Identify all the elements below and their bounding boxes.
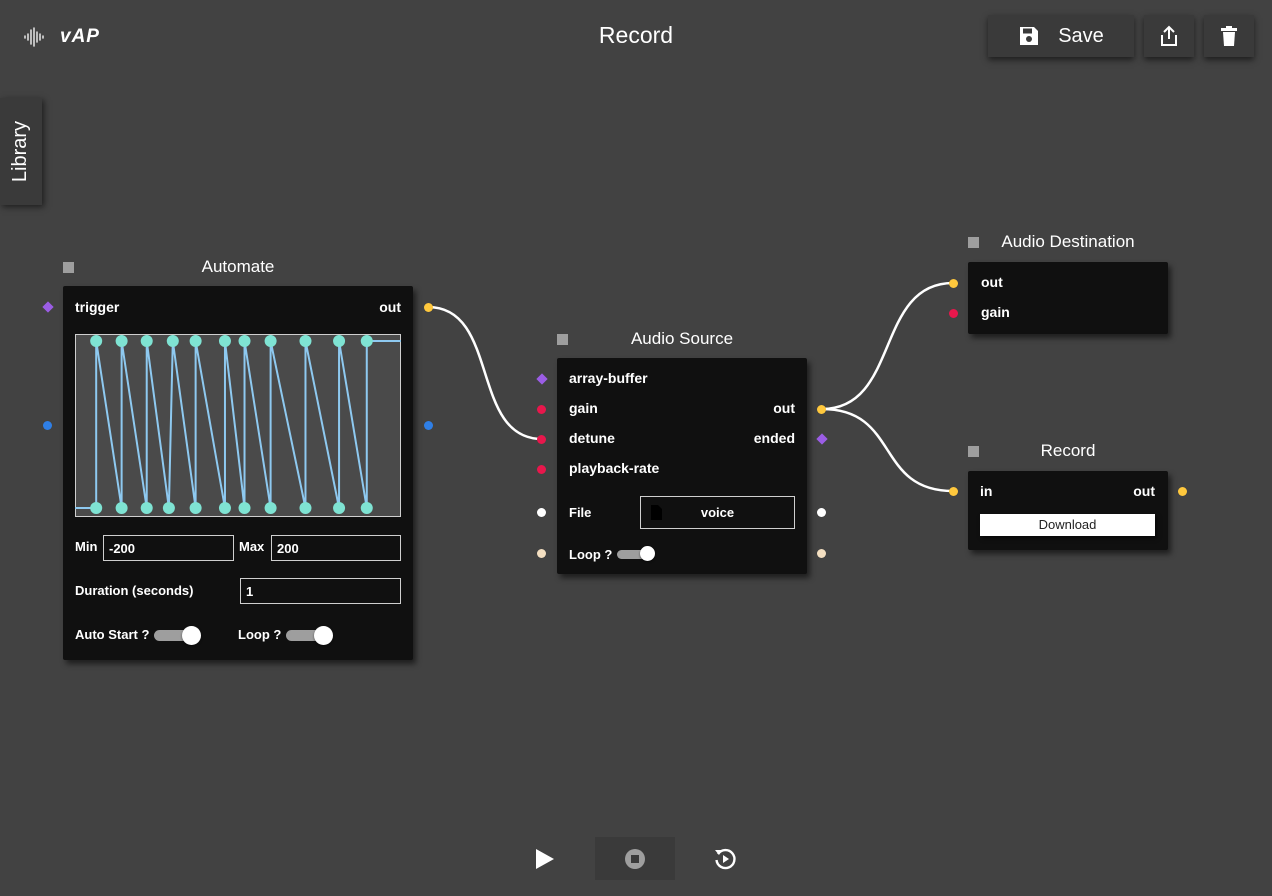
automate-out-port[interactable] — [424, 303, 433, 312]
record-select-checkbox[interactable] — [968, 446, 979, 457]
curve-point[interactable] — [360, 502, 373, 514]
curve-point[interactable] — [333, 502, 346, 514]
curve-point[interactable] — [218, 502, 231, 514]
file-label: File — [569, 505, 592, 520]
source-out-port[interactable] — [817, 405, 826, 414]
curve-point[interactable] — [166, 335, 179, 347]
max-input[interactable] — [271, 535, 401, 561]
automate-right-port[interactable] — [424, 421, 433, 430]
file-out-port[interactable] — [817, 508, 826, 517]
automate-loop-label: Loop ? — [238, 627, 282, 642]
automate-out-label: out — [379, 299, 401, 315]
duration-input[interactable] — [240, 578, 401, 604]
destination-gain-label: gain — [981, 304, 1010, 320]
stop-icon — [625, 848, 645, 869]
delete-button[interactable] — [1204, 15, 1254, 57]
file-picker[interactable]: voice — [640, 496, 795, 529]
automate-left-port[interactable] — [43, 421, 52, 430]
loop-out-port[interactable] — [817, 549, 826, 558]
replay-button[interactable] — [713, 847, 737, 871]
max-label: Max — [239, 539, 265, 554]
curve-point[interactable] — [189, 335, 202, 347]
duration-label: Duration (seconds) — [75, 583, 194, 598]
wire-automate-out-to-source-detune[interactable] — [427, 305, 543, 441]
save-button[interactable]: Save — [988, 15, 1134, 57]
save-icon — [1020, 27, 1039, 45]
audio-source-title: Audio Source — [630, 329, 734, 348]
file-icon — [651, 505, 662, 520]
automate-title: Automate — [201, 257, 275, 276]
wire-source-out-to-record-in[interactable] — [821, 407, 954, 493]
curve-point[interactable] — [189, 502, 202, 514]
source-loop-toggle[interactable] — [617, 546, 663, 566]
curve-point[interactable] — [162, 502, 175, 514]
curve-point[interactable] — [115, 335, 128, 347]
curve-point[interactable] — [264, 335, 277, 347]
save-label: Save — [1058, 24, 1104, 47]
destination-select-checkbox[interactable] — [968, 237, 979, 248]
wire-source-out-to-destination-out[interactable] — [821, 281, 954, 411]
library-tab[interactable]: Library — [0, 98, 42, 205]
destination-out-label: out — [981, 274, 1003, 290]
loop-in-port[interactable] — [537, 549, 546, 558]
playback-rate-label: playback-rate — [569, 460, 660, 476]
stop-button[interactable] — [595, 837, 675, 880]
detune-port[interactable] — [537, 435, 546, 444]
audio-source-select-checkbox[interactable] — [557, 334, 568, 345]
automation-curve-editor[interactable] — [75, 334, 401, 517]
library-label: Library — [9, 120, 32, 183]
source-out-label: out — [773, 400, 795, 416]
automate-loop-toggle[interactable] — [286, 625, 333, 645]
source-gain-label: gain — [569, 400, 598, 416]
automate-select-checkbox[interactable] — [63, 262, 74, 273]
curve-point[interactable] — [140, 335, 153, 347]
download-button[interactable]: Download — [980, 514, 1155, 536]
play-button[interactable] — [533, 846, 557, 872]
record-out-port[interactable] — [1178, 487, 1187, 496]
share-icon — [1161, 25, 1177, 46]
curve-point[interactable] — [238, 335, 251, 347]
curve-point[interactable] — [360, 335, 373, 347]
play-icon — [536, 849, 554, 869]
curve-point[interactable] — [299, 335, 312, 347]
record-out-label: out — [1133, 483, 1155, 499]
array-buffer-label: array-buffer — [569, 370, 648, 386]
curve-point[interactable] — [299, 502, 312, 514]
destination-out-port[interactable] — [949, 279, 958, 288]
trash-icon — [1221, 26, 1237, 46]
curve-point[interactable] — [90, 335, 103, 347]
curve-point[interactable] — [90, 502, 103, 514]
source-loop-label: Loop ? — [569, 547, 613, 562]
replay-icon — [715, 848, 736, 870]
curve-point[interactable] — [115, 502, 128, 514]
detune-label: detune — [569, 430, 615, 446]
automate-trigger-label: trigger — [75, 299, 120, 315]
curve-point[interactable] — [218, 335, 231, 347]
curve-point[interactable] — [333, 335, 346, 347]
file-name: voice — [700, 505, 735, 520]
autostart-toggle[interactable] — [154, 625, 201, 645]
record-in-label: in — [980, 483, 993, 499]
playback-rate-port[interactable] — [537, 465, 546, 474]
audio-destination-title: Audio Destination — [1001, 232, 1135, 251]
file-in-port[interactable] — [537, 508, 546, 517]
record-in-port[interactable] — [949, 487, 958, 496]
source-gain-port[interactable] — [537, 405, 546, 414]
curve-point[interactable] — [140, 502, 153, 514]
min-input[interactable] — [103, 535, 234, 561]
destination-gain-port[interactable] — [949, 309, 958, 318]
curve-point[interactable] — [264, 502, 277, 514]
autostart-label: Auto Start ? — [75, 627, 150, 642]
record-node-title: Record — [1040, 441, 1096, 460]
audio-destination-node[interactable] — [968, 262, 1168, 334]
ended-label: ended — [753, 430, 795, 446]
share-button[interactable] — [1144, 15, 1194, 57]
curve-point[interactable] — [238, 502, 251, 514]
min-label: Min — [75, 539, 98, 554]
